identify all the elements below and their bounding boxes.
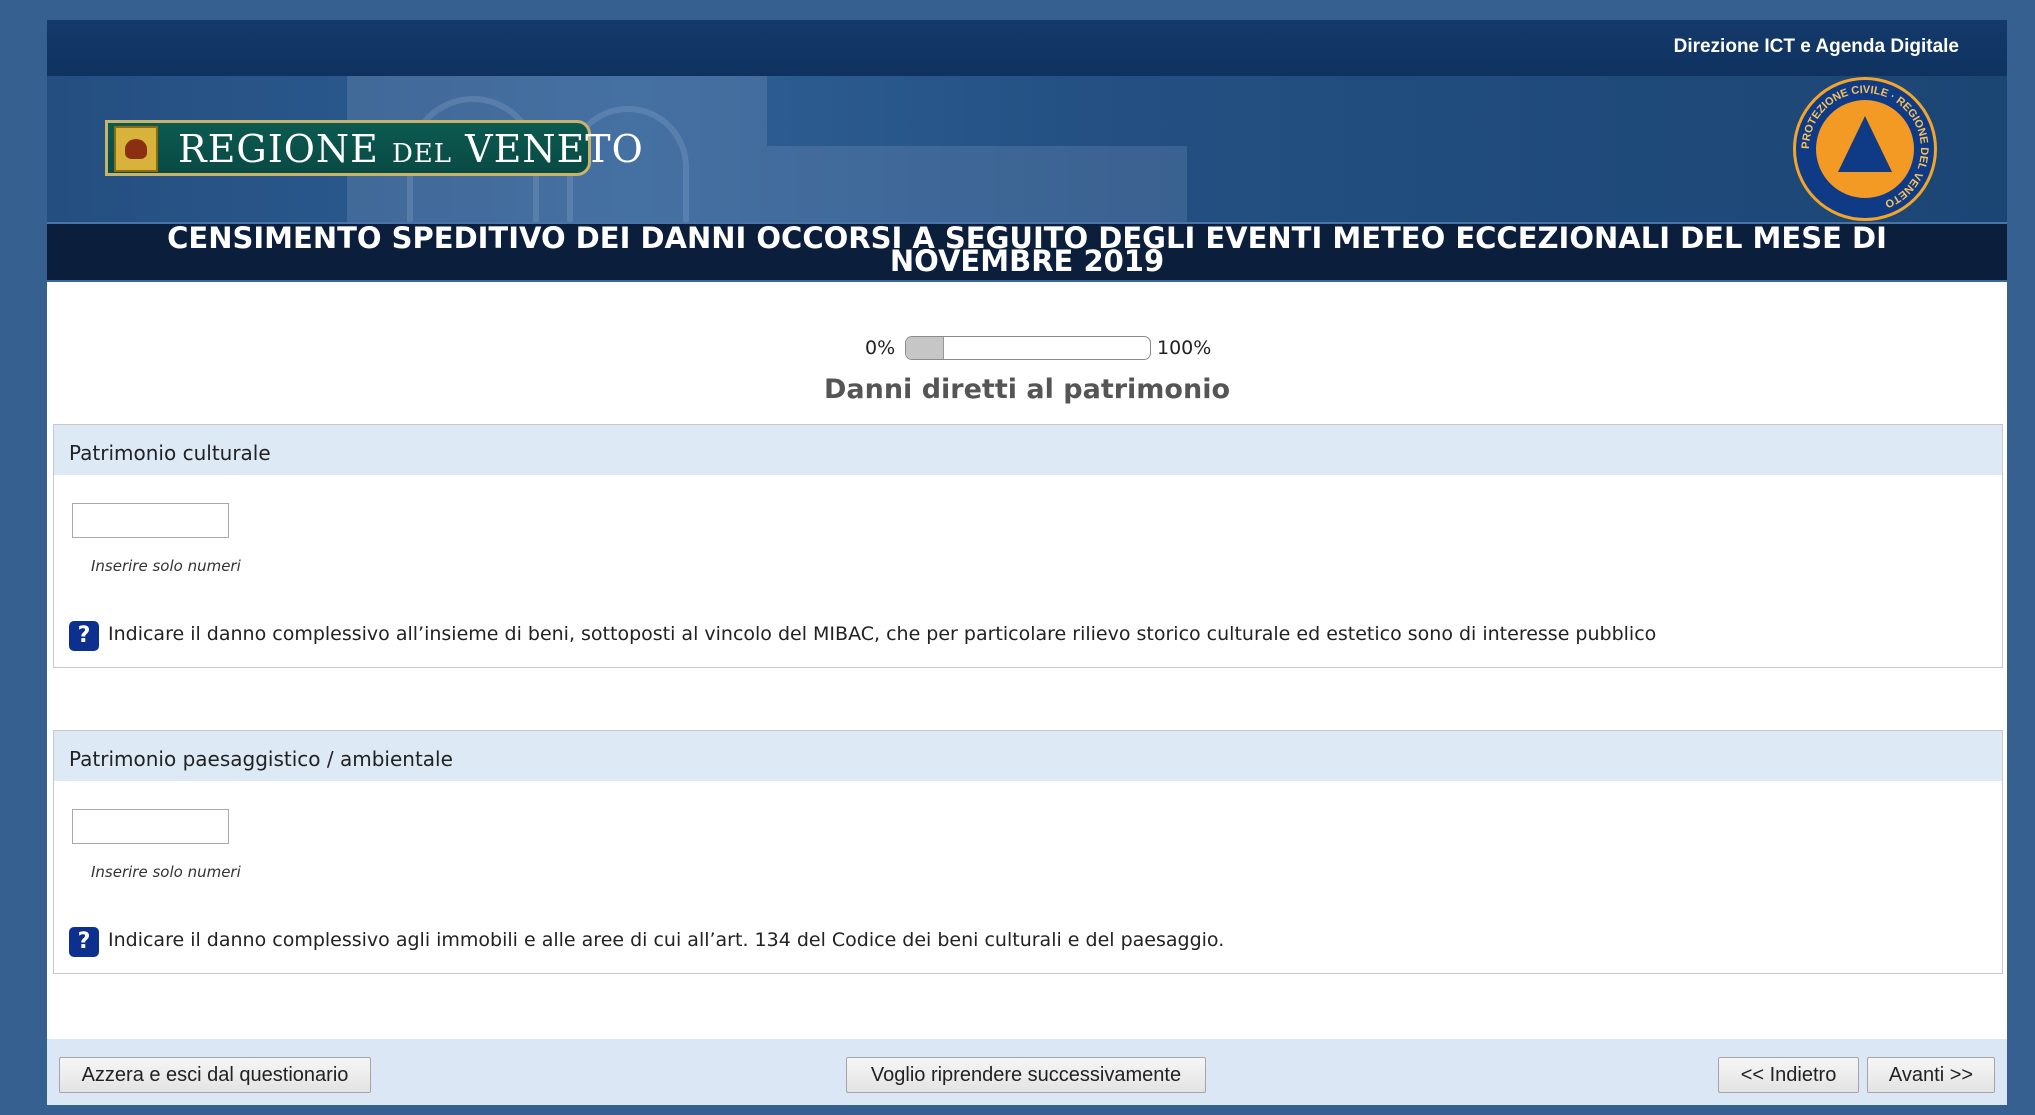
question-label: Patrimonio culturale [54, 425, 2002, 475]
help-text: Indicare il danno complessivo all’insiem… [108, 623, 1657, 645]
help-icon: ? [69, 621, 99, 651]
triangle-icon [1838, 116, 1892, 172]
patrimonio-culturale-input[interactable] [72, 503, 229, 538]
org-link[interactable]: Direzione ICT e Agenda Digitale [1674, 36, 1959, 58]
survey-title: CENSIMENTO SPEDITIVO DEI DANNI OCCORSI A… [167, 221, 1887, 278]
reset-exit-button[interactable]: Azzera e esci dal questionario [59, 1057, 371, 1093]
input-hint: Inserire solo numeri [91, 557, 241, 575]
progress-bar [905, 336, 1151, 360]
next-button[interactable]: Avanti >> [1867, 1057, 1995, 1093]
help-text: Indicare il danno complessivo agli immob… [108, 929, 1225, 951]
progress-start-label: 0% [865, 337, 896, 359]
header-banner: REGIONE DEL VENETO PROTEZIONE CIVILE · R… [47, 76, 2007, 222]
question-patrimonio-paesaggistico: Patrimonio paesaggistico / ambientale In… [53, 730, 2003, 974]
protezione-civile-emblem [1816, 100, 1914, 198]
top-bar: Direzione ICT e Agenda Digitale [47, 20, 2007, 76]
question-label: Patrimonio paesaggistico / ambientale [54, 731, 2002, 781]
page-heading: Danni diretti al patrimonio [823, 374, 1230, 405]
page-frame: Direzione ICT e Agenda Digitale REGIONE … [47, 20, 2007, 1105]
question-patrimonio-culturale: Patrimonio culturale Inserire solo numer… [53, 424, 2003, 668]
banner-bridge-image [767, 146, 1187, 222]
resume-later-button[interactable]: Voglio riprendere successivamente [846, 1057, 1206, 1093]
footer-bar: Azzera e esci dal questionario Voglio ri… [47, 1039, 2007, 1105]
patrimonio-paesaggistico-input[interactable] [72, 809, 229, 844]
progress-end-label: 100% [1157, 337, 1212, 359]
survey-title-band: CENSIMENTO SPEDITIVO DEI DANNI OCCORSI A… [47, 222, 2007, 282]
regione-veneto-logo[interactable]: REGIONE DEL VENETO [105, 120, 643, 176]
back-button[interactable]: << Indietro [1718, 1057, 1859, 1093]
lion-crest-icon [114, 126, 158, 172]
input-hint: Inserire solo numeri [91, 863, 241, 881]
progress-fill [906, 337, 944, 359]
protezione-civile-logo: PROTEZIONE CIVILE · REGIONE DEL VENETO [1793, 77, 1937, 221]
regione-veneto-logo-text: REGIONE DEL VENETO [178, 127, 644, 171]
progress-indicator: 0% 100% [47, 336, 2007, 360]
help-icon: ? [69, 927, 99, 957]
